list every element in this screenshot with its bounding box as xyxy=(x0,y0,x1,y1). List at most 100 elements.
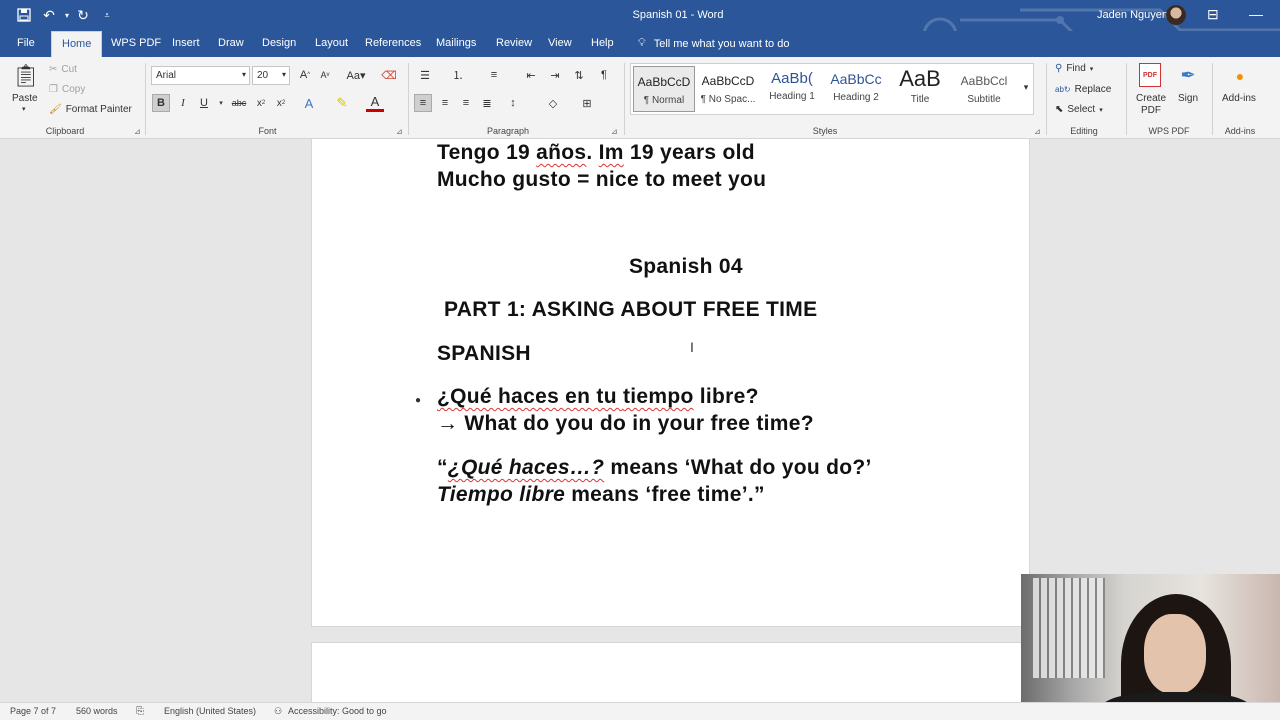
increase-indent-icon[interactable]: ⇥ xyxy=(546,66,564,84)
clipboard-launcher-icon[interactable]: ⊿ xyxy=(134,127,141,136)
justify-button[interactable]: ≣ xyxy=(478,94,496,112)
webcam-overlay xyxy=(1021,574,1280,720)
font-name-combo[interactable]: Arial ▾ xyxy=(151,66,250,85)
paste-button[interactable]: Paste xyxy=(12,93,38,104)
align-center-button[interactable]: ≡ xyxy=(436,94,454,112)
tab-mailings[interactable]: Mailings xyxy=(436,37,476,49)
document-page-next[interactable] xyxy=(311,642,1030,702)
proofing-icon[interactable]: ⎘ xyxy=(136,706,144,717)
styles-more-icon[interactable]: ▾ xyxy=(1017,78,1035,96)
tab-layout[interactable]: Layout xyxy=(315,37,348,49)
align-right-button[interactable]: ≡ xyxy=(457,94,475,112)
font-color-icon[interactable]: A xyxy=(366,94,384,112)
styles-launcher-icon[interactable]: ⊿ xyxy=(1034,127,1041,136)
clear-formatting-icon[interactable]: ⌫ xyxy=(380,66,398,84)
line-spacing-icon[interactable]: ↕ xyxy=(504,94,522,112)
avatar[interactable] xyxy=(1166,5,1186,25)
italic-button[interactable]: I xyxy=(174,94,192,112)
ribbon-tabs: File Home WPS PDF Insert Draw Design Lay… xyxy=(0,31,1280,57)
page-count[interactable]: Page 7 of 7 xyxy=(10,706,56,716)
doc-line-greeting[interactable]: Mucho gusto = nice to meet you xyxy=(437,168,766,192)
replace-button[interactable]: ab↻ Replace xyxy=(1055,84,1111,95)
strikethrough-button[interactable]: abc xyxy=(230,94,248,112)
sign-button[interactable]: Sign xyxy=(1178,93,1198,104)
divider xyxy=(1212,63,1213,135)
select-button[interactable]: ⬉ Select ▾ xyxy=(1055,104,1103,115)
cursor-icon: ⬉ xyxy=(1055,104,1064,115)
pdf-icon[interactable]: PDF xyxy=(1139,63,1161,87)
shading-icon[interactable]: ◇ xyxy=(544,94,562,112)
signature-icon[interactable]: ✒ xyxy=(1177,63,1199,87)
style-title[interactable]: AaB Title xyxy=(889,66,951,112)
doc-question[interactable]: ¿Qué haces en tu tiempo libre? xyxy=(437,385,759,409)
tab-review[interactable]: Review xyxy=(496,37,532,49)
show-formatting-icon[interactable]: ¶ xyxy=(595,66,613,84)
tab-file[interactable]: File xyxy=(17,37,35,49)
ribbon-display-options-icon[interactable]: ⊟ xyxy=(1207,6,1219,23)
add-ins-group-label: Add-ins xyxy=(1224,126,1256,136)
multilevel-list-icon[interactable]: ≡ xyxy=(485,66,503,84)
style-subtitle[interactable]: AaBbCcl Subtitle xyxy=(953,66,1015,112)
highlight-icon[interactable]: ✎ xyxy=(333,94,351,112)
word-count[interactable]: 560 words xyxy=(76,706,118,716)
webcam-background-window xyxy=(1033,578,1105,678)
chevron-down-icon: ▾ xyxy=(1089,65,1094,73)
minimize-icon[interactable]: — xyxy=(1249,6,1263,22)
bold-button[interactable]: B xyxy=(152,94,170,112)
tab-insert[interactable]: Insert xyxy=(172,37,200,49)
format-painter-button[interactable]: 🖌︎ Format Painter xyxy=(49,104,132,115)
paste-dropdown-icon[interactable]: ▾ xyxy=(22,105,26,113)
create-pdf-button[interactable]: Create PDF xyxy=(1135,93,1167,117)
tab-view[interactable]: View xyxy=(548,37,572,49)
tab-references[interactable]: References xyxy=(365,37,421,49)
doc-note-line-2[interactable]: Tiempo libre means ‘free time’.” xyxy=(437,483,765,507)
tab-help[interactable]: Help xyxy=(591,37,614,49)
grow-font-icon[interactable]: A ^ xyxy=(296,66,314,84)
tab-home[interactable]: Home xyxy=(51,31,103,57)
align-left-button[interactable]: ≡ xyxy=(414,94,432,112)
doc-line-age[interactable]: Tengo 19 años. Im 19 years old xyxy=(437,141,755,165)
find-button[interactable]: ⚲ Find ▾ xyxy=(1055,63,1093,74)
bullets-icon[interactable]: ☰ xyxy=(416,66,434,84)
underline-dropdown-icon[interactable]: ▾ xyxy=(212,94,230,112)
styles-group-label: Styles xyxy=(812,126,838,136)
style-heading-2[interactable]: AaBbCc Heading 2 xyxy=(825,66,887,112)
doc-answer[interactable]: → What do you do in your free time? xyxy=(437,412,814,436)
text-effects-icon[interactable]: A xyxy=(300,94,318,112)
document-page[interactable] xyxy=(311,139,1030,627)
copy-button[interactable]: ❐ Copy xyxy=(49,84,85,95)
paste-icon[interactable]: 📋︎ xyxy=(12,61,40,91)
cut-button[interactable]: ✂ Cut xyxy=(49,64,77,75)
tab-wps-pdf[interactable]: WPS PDF xyxy=(111,37,161,49)
superscript-button[interactable]: x2 xyxy=(272,94,290,112)
shrink-font-icon[interactable]: Av xyxy=(316,66,334,84)
paragraph-launcher-icon[interactable]: ⊿ xyxy=(611,127,618,136)
user-name[interactable]: Jaden Nguyen xyxy=(1097,9,1168,21)
doc-note-line-1[interactable]: “¿Qué haces…? means ‘What do you do?’ xyxy=(437,456,872,480)
font-launcher-icon[interactable]: ⊿ xyxy=(396,127,403,136)
tab-draw[interactable]: Draw xyxy=(218,37,244,49)
underline-button[interactable]: U xyxy=(195,94,213,112)
numbering-icon[interactable]: ⒈ xyxy=(449,66,467,84)
style-heading-1[interactable]: AaBb( Heading 1 xyxy=(761,66,823,112)
tell-me-search[interactable]: 💡︎ Tell me what you want to do xyxy=(638,37,789,50)
change-case-icon[interactable]: Aa▾ xyxy=(344,66,368,84)
style-normal[interactable]: AaBbCcD ¶ Normal xyxy=(633,66,695,112)
divider xyxy=(1046,63,1047,135)
doc-heading[interactable]: Spanish 04 xyxy=(629,255,743,279)
editing-group-label: Editing xyxy=(1070,126,1098,136)
tab-design[interactable]: Design xyxy=(262,37,296,49)
add-ins-icon[interactable]: ● xyxy=(1231,67,1249,85)
add-ins-button[interactable]: Add-ins xyxy=(1222,93,1256,104)
font-size-combo[interactable]: 20 ▾ xyxy=(252,66,290,85)
doc-section-title[interactable]: SPANISH xyxy=(437,342,531,366)
doc-part-title[interactable]: PART 1: ASKING ABOUT FREE TIME xyxy=(444,298,817,322)
sort-icon[interactable]: ⇅ xyxy=(570,66,588,84)
language-indicator[interactable]: English (United States) xyxy=(164,706,256,716)
style-no-spacing[interactable]: AaBbCcD ¶ No Spac... xyxy=(697,66,759,112)
decrease-indent-icon[interactable]: ⇤ xyxy=(522,66,540,84)
accessibility-status[interactable]: Accessibility: Good to go xyxy=(288,706,387,716)
search-icon: ⚲ xyxy=(1055,63,1063,74)
borders-icon[interactable]: ⊞ xyxy=(578,94,596,112)
subscript-button[interactable]: x2 xyxy=(252,94,270,112)
